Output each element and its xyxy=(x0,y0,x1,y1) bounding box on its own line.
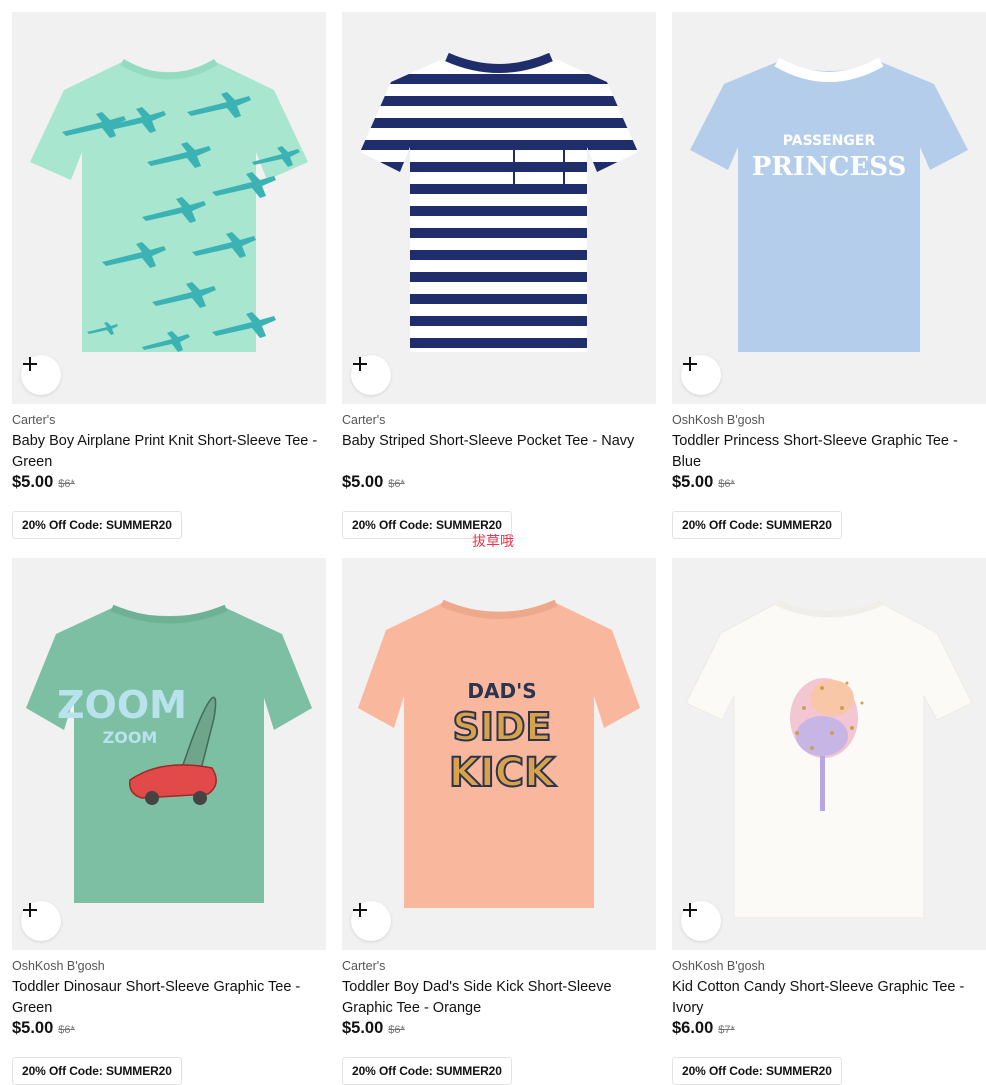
product-card[interactable]: Carter's Baby Boy Airplane Print Knit Sh… xyxy=(12,12,326,539)
plus-icon xyxy=(23,357,37,371)
product-price: $5.00 xyxy=(672,473,714,491)
promo-code-badge: 20% Off Code: SUMMER20 xyxy=(342,1057,512,1085)
add-to-cart-button[interactable] xyxy=(351,901,391,941)
add-to-cart-button[interactable] xyxy=(351,355,391,395)
product-price: $5.00 xyxy=(12,1019,54,1037)
price-row: $6.00 $7* xyxy=(672,1019,986,1043)
product-brand: Carter's xyxy=(12,413,56,427)
plus-icon xyxy=(353,357,367,371)
plus-icon xyxy=(23,903,37,917)
plus-icon xyxy=(353,903,367,917)
product-title[interactable]: Baby Boy Airplane Print Knit Short-Sleev… xyxy=(12,431,326,473)
product-image[interactable]: PASSENGER PRINCESS xyxy=(672,12,986,404)
add-to-cart-button[interactable] xyxy=(681,901,721,941)
product-title[interactable]: Toddler Boy Dad's Side Kick Short-Sleeve… xyxy=(342,977,656,1019)
add-to-cart-button[interactable] xyxy=(21,901,61,941)
plus-icon xyxy=(683,903,697,917)
shirt-graphic-line: ZOOM xyxy=(57,683,187,727)
price-row: $5.00 $6* xyxy=(672,473,986,497)
product-card[interactable]: PASSENGER PRINCESS OshKosh B'gosh Toddle… xyxy=(672,12,986,539)
promo-code-badge: 20% Off Code: SUMMER20 xyxy=(12,511,182,539)
add-to-cart-button[interactable] xyxy=(21,355,61,395)
price-row: $5.00 $6* xyxy=(12,1019,326,1043)
product-original-price: $6* xyxy=(388,478,405,490)
product-brand: OshKosh B'gosh xyxy=(12,959,105,973)
shirt-graphic-line: KICK xyxy=(449,750,557,796)
product-image[interactable]: ZOOM ZOOM xyxy=(12,558,326,950)
promo-code-badge: 20% Off Code: SUMMER20 xyxy=(672,511,842,539)
product-brand: Carter's xyxy=(342,413,386,427)
add-to-cart-button[interactable] xyxy=(681,355,721,395)
product-price: $5.00 xyxy=(342,1019,384,1037)
product-card[interactable]: ZOOM ZOOM OshKosh B'gosh Toddler Dinosau… xyxy=(12,558,326,1085)
product-title[interactable]: Toddler Princess Short-Sleeve Graphic Te… xyxy=(672,431,986,473)
product-original-price: $6* xyxy=(388,1024,405,1036)
product-title[interactable]: Baby Striped Short-Sleeve Pocket Tee - N… xyxy=(342,431,656,473)
shirt-graphic-line: PASSENGER xyxy=(783,133,876,149)
product-title[interactable]: Kid Cotton Candy Short-Sleeve Graphic Te… xyxy=(672,977,986,1019)
product-price: $5.00 xyxy=(342,473,384,491)
shirt-graphic-line: ZOOM xyxy=(103,728,158,747)
promo-code-badge: 20% Off Code: SUMMER20 xyxy=(12,1057,182,1085)
product-brand: Carter's xyxy=(342,959,386,973)
product-image[interactable]: DAD'S SIDE KICK xyxy=(342,558,656,950)
product-image[interactable] xyxy=(342,12,656,404)
product-title[interactable]: Toddler Dinosaur Short-Sleeve Graphic Te… xyxy=(12,977,326,1019)
shirt-graphic-line: PRINCESS xyxy=(752,152,907,182)
product-card[interactable]: OshKosh B'gosh Kid Cotton Candy Short-Sl… xyxy=(672,558,986,1085)
product-card[interactable]: DAD'S SIDE KICK Carter's Toddler Boy Dad… xyxy=(342,558,656,1085)
shirt-graphic-line: DAD'S xyxy=(467,679,536,703)
watermark-text: 拔草哦 xyxy=(472,534,514,550)
product-card[interactable]: Carter's Baby Striped Short-Sleeve Pocke… xyxy=(342,12,656,539)
product-image[interactable] xyxy=(672,558,986,950)
product-original-price: $7* xyxy=(718,1024,735,1036)
product-brand: OshKosh B'gosh xyxy=(672,959,765,973)
product-image[interactable] xyxy=(12,12,326,404)
product-price: $6.00 xyxy=(672,1019,714,1037)
product-brand: OshKosh B'gosh xyxy=(672,413,765,427)
price-row: $5.00 $6* xyxy=(342,1019,656,1043)
product-original-price: $6* xyxy=(58,478,75,490)
product-original-price: $6* xyxy=(58,1024,75,1036)
shirt-graphic-line: SIDE xyxy=(452,705,551,749)
price-row: $5.00 $6* xyxy=(342,473,656,497)
price-row: $5.00 $6* xyxy=(12,473,326,497)
product-original-price: $6* xyxy=(718,478,735,490)
promo-code-badge: 20% Off Code: SUMMER20 xyxy=(672,1057,842,1085)
plus-icon xyxy=(683,357,697,371)
product-price: $5.00 xyxy=(12,473,54,491)
